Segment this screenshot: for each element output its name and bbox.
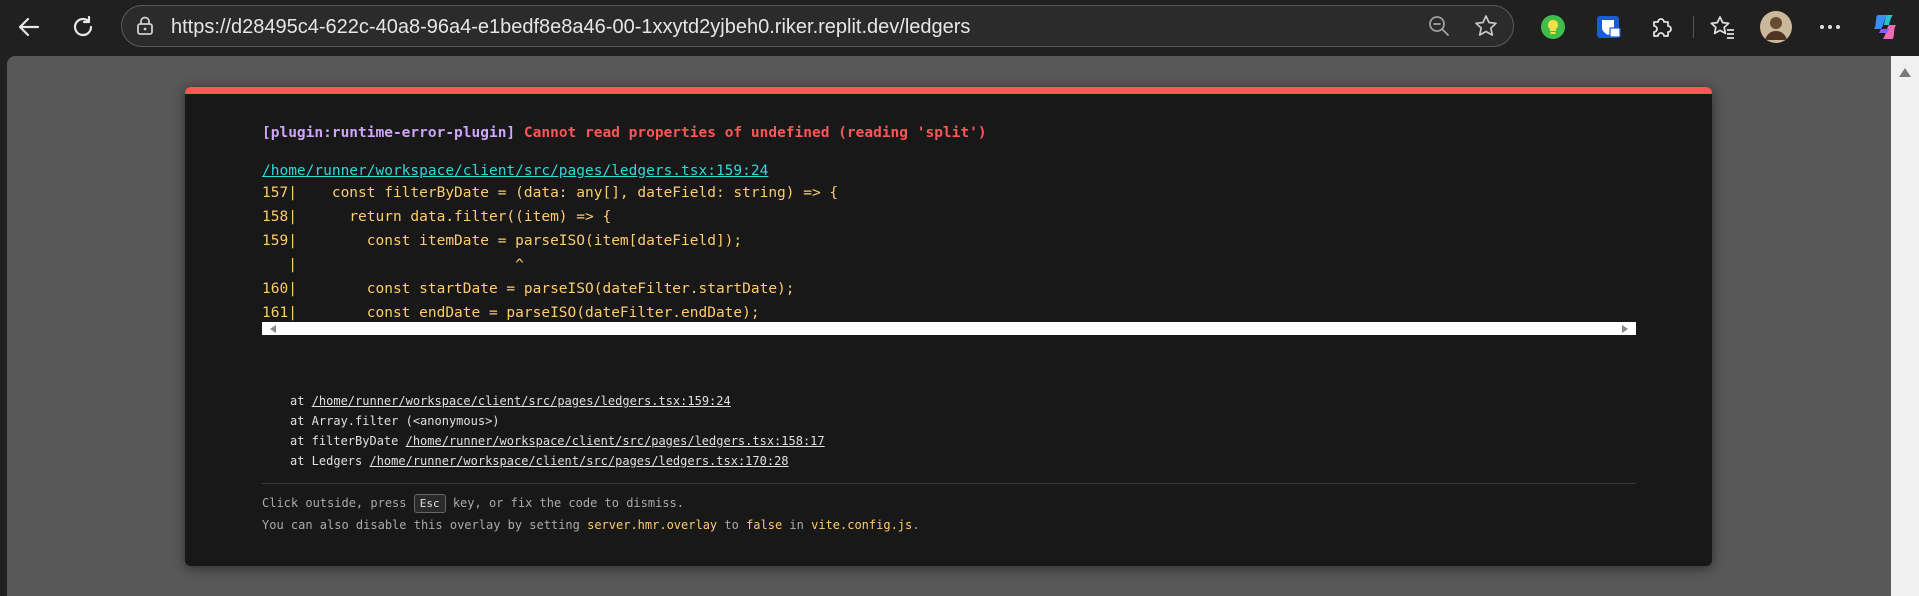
copilot-icon[interactable]: [1866, 8, 1904, 46]
stack-link[interactable]: /home/runner/workspace/client/src/pages/…: [369, 454, 788, 468]
code-frame-scrollbar[interactable]: [262, 322, 1636, 335]
favorites-icon[interactable]: [1703, 8, 1741, 46]
code-line-caret: | ^: [262, 257, 524, 273]
back-icon[interactable]: [10, 8, 48, 46]
stack-link[interactable]: /home/runner/workspace/client/src/pages/…: [312, 394, 731, 408]
zoom-out-icon[interactable]: [1427, 14, 1451, 43]
scroll-up-icon[interactable]: [1899, 68, 1911, 77]
config-key: server.hmr.overlay: [587, 518, 718, 532]
error-overlay[interactable]: [plugin:runtime-error-plugin] Cannot rea…: [185, 87, 1712, 566]
scroll-right-icon[interactable]: [1622, 325, 1628, 333]
stack-link[interactable]: /home/runner/workspace/client/src/pages/…: [406, 434, 825, 448]
esc-key: Esc: [413, 494, 446, 513]
config-value: false: [746, 518, 783, 532]
config-file: vite.config.js: [811, 518, 913, 532]
error-file-link[interactable]: /home/runner/workspace/client/src/pages/…: [262, 163, 768, 179]
code-line: 158| return data.filter((item) => {: [262, 209, 612, 225]
browser-toolbar: https://d28495c4-622c-40a8-96a4-e1bedf8e…: [0, 0, 1919, 53]
stack-frame: at Array.filter (<anonymous>): [290, 414, 500, 428]
bitwarden-extension-icon[interactable]: [1589, 8, 1627, 46]
toolbar-separator: [1693, 16, 1694, 38]
code-line: 160| const startDate = parseISO(dateFilt…: [262, 281, 795, 297]
favorite-star-icon[interactable]: [1473, 13, 1499, 44]
profile-avatar[interactable]: [1757, 8, 1795, 46]
code-frame: 157| const filterByDate = (data: any[], …: [262, 185, 1636, 327]
code-line: 157| const filterByDate = (data: any[], …: [262, 185, 839, 201]
stack-frame: at Ledgers /home/runner/workspace/client…: [290, 454, 789, 468]
vertical-scrollbar[interactable]: [1891, 56, 1919, 596]
overlay-divider: [262, 483, 1636, 484]
dismiss-tip: Click outside, press Esc key, or fix the…: [262, 494, 684, 513]
refresh-icon[interactable]: [64, 8, 102, 46]
more-menu-icon[interactable]: [1811, 8, 1849, 46]
stack-frame: at /home/runner/workspace/client/src/pag…: [290, 394, 731, 408]
lightbulb-extension-icon[interactable]: [1534, 8, 1572, 46]
error-message: [plugin:runtime-error-plugin] Cannot rea…: [262, 125, 987, 141]
scroll-left-icon[interactable]: [270, 325, 276, 333]
stack-frame: at filterByDate /home/runner/workspace/c…: [290, 434, 825, 448]
lock-icon[interactable]: [134, 15, 156, 42]
url-text[interactable]: https://d28495c4-622c-40a8-96a4-e1bedf8e…: [171, 16, 970, 39]
extensions-puzzle-icon[interactable]: [1643, 8, 1681, 46]
code-line: 159| const itemDate = parseISO(item[date…: [262, 233, 743, 249]
config-tip: You can also disable this overlay by set…: [262, 518, 920, 532]
error-text: Cannot read properties of undefined (rea…: [523, 125, 987, 141]
plugin-name: [plugin:runtime-error-plugin]: [262, 125, 516, 141]
address-bar[interactable]: https://d28495c4-622c-40a8-96a4-e1bedf8e…: [121, 5, 1514, 47]
